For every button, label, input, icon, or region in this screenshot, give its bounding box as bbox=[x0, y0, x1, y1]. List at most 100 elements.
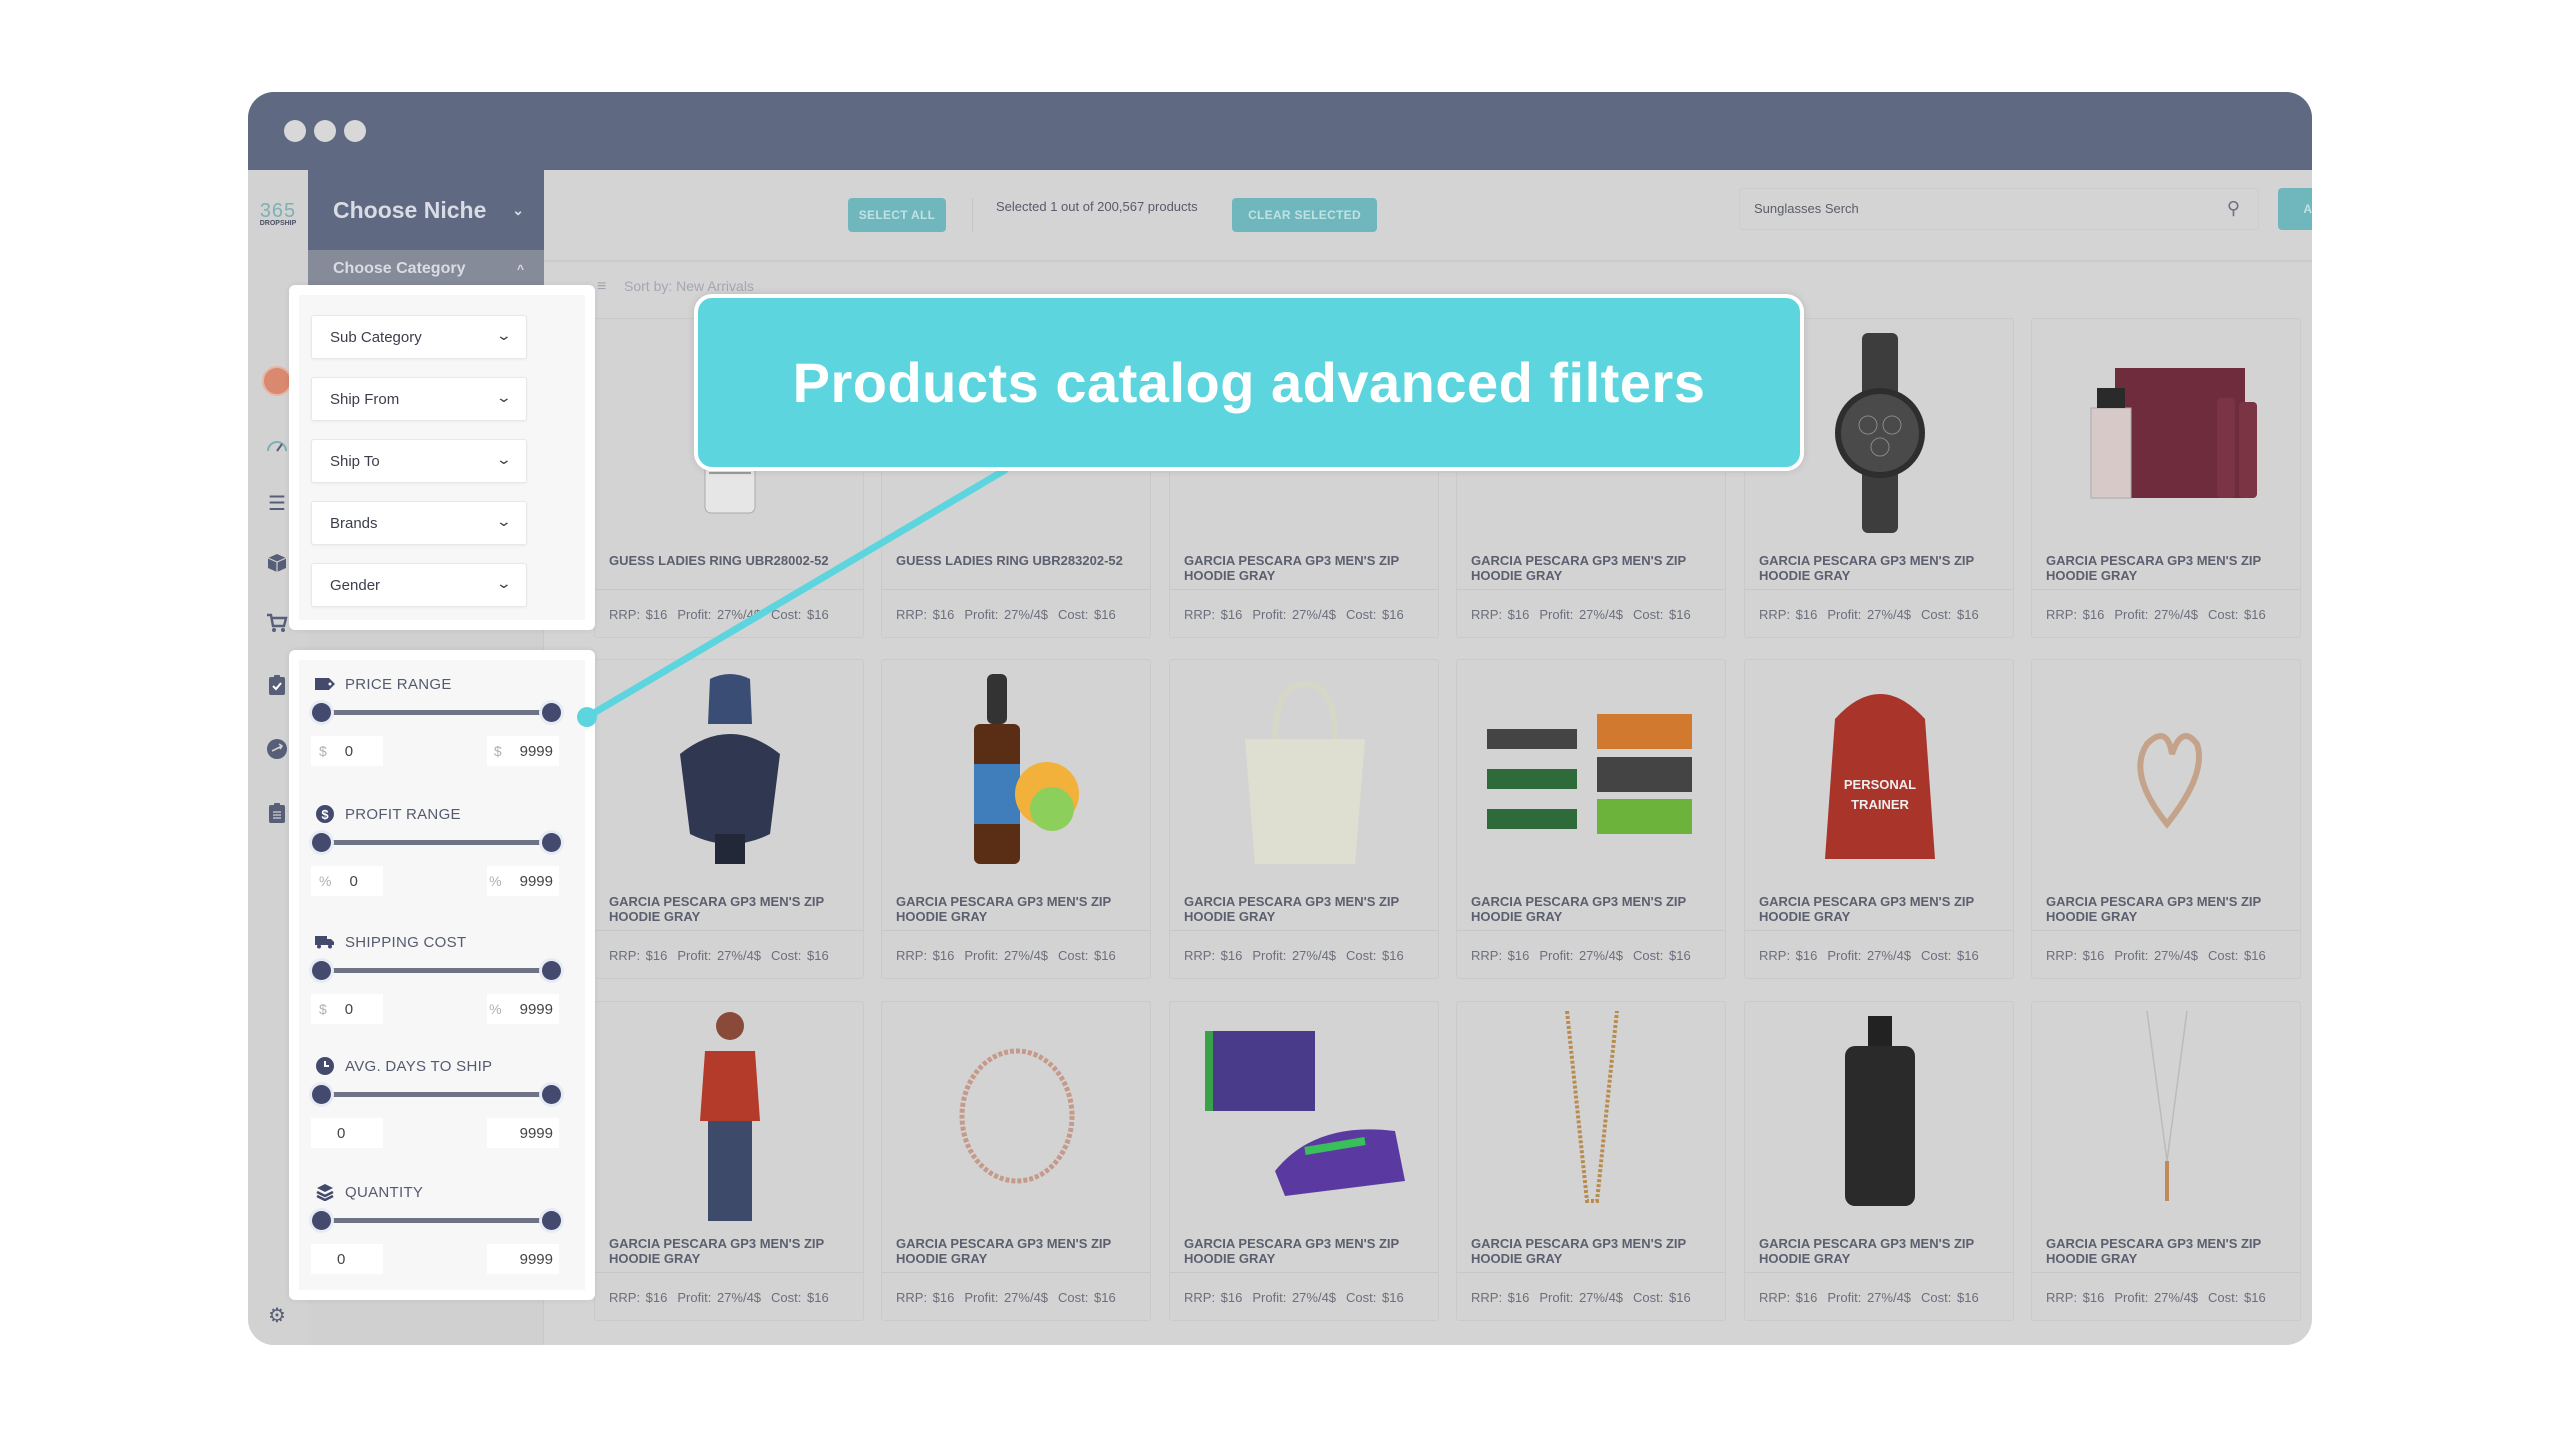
product-card[interactable]: GARCIA PESCARA GP3 MEN'S ZIP HOODIE GRAY… bbox=[1169, 659, 1439, 979]
product-image-red-top[interactable] bbox=[615, 1012, 845, 1221]
product-name[interactable]: GARCIA PESCARA GP3 MEN'S ZIP HOODIE GRAY bbox=[1184, 1236, 1434, 1266]
logo[interactable]: 365 DROPSHIP bbox=[254, 201, 302, 228]
product-name[interactable]: GARCIA PESCARA GP3 MEN'S ZIP HOODIE GRAY bbox=[1471, 894, 1721, 924]
window-minimize-dot[interactable] bbox=[314, 120, 336, 142]
product-image-hemp-oil[interactable] bbox=[902, 674, 1132, 874]
filter-dropdown-ship-to[interactable]: Ship To ⌄ bbox=[311, 439, 527, 483]
clear-selected-button[interactable]: CLEAR SELECTED bbox=[1232, 198, 1377, 232]
product-name[interactable]: GARCIA PESCARA GP3 MEN'S ZIP HOODIE GRAY bbox=[1471, 1236, 1721, 1266]
sync-icon[interactable] bbox=[264, 736, 290, 762]
product-image-gold-chain[interactable] bbox=[1477, 1011, 1707, 1216]
cart-icon[interactable] bbox=[264, 610, 290, 636]
product-card[interactable]: GARCIA PESCARA GP3 MEN'S ZIP HOODIE GRAY… bbox=[594, 659, 864, 979]
sort-icon[interactable]: ≡ bbox=[597, 278, 606, 296]
product-name[interactable]: GARCIA PESCARA GP3 MEN'S ZIP HOODIE GRAY bbox=[896, 1236, 1146, 1266]
product-name[interactable]: GARCIA PESCARA GP3 MEN'S ZIP HOODIE GRAY bbox=[609, 894, 859, 924]
product-name[interactable]: GUESS LADIES RING UBR283202-52 bbox=[896, 553, 1146, 568]
clipboard-icon[interactable] bbox=[264, 800, 290, 826]
range-min-input[interactable]: 0 bbox=[311, 1244, 383, 1274]
product-image-handbag[interactable] bbox=[1190, 674, 1420, 874]
product-card[interactable]: GARCIA PESCARA GP3 MEN'S ZIP HOODIE GRAY… bbox=[881, 659, 1151, 979]
window-close-dot[interactable] bbox=[284, 120, 306, 142]
product-image-bracelet[interactable] bbox=[902, 1016, 1132, 1216]
product-image-perfume-gift-set[interactable] bbox=[2052, 333, 2282, 533]
product-card[interactable]: GARCIA PESCARA GP3 MEN'S ZIP HOODIE GRAY… bbox=[2031, 1001, 2301, 1321]
search-input[interactable]: Sunglasses Serch ⚲ bbox=[1739, 188, 2259, 230]
product-image-cologne[interactable] bbox=[1765, 1016, 1995, 1216]
range-min-handle[interactable] bbox=[312, 961, 331, 980]
product-name[interactable]: GARCIA PESCARA GP3 MEN'S ZIP HOODIE GRAY bbox=[1184, 553, 1434, 583]
product-image-toy-car[interactable] bbox=[1190, 1016, 1420, 1216]
toolbar: SELECT ALL Selected 1 out of 200,567 pro… bbox=[544, 170, 2312, 262]
product-card[interactable]: GARCIA PESCARA GP3 MEN'S ZIP HOODIE GRAY… bbox=[594, 1001, 864, 1321]
range-max-input[interactable]: 9999 bbox=[487, 1244, 559, 1274]
choose-niche-dropdown[interactable]: Choose Niche ⌄ bbox=[308, 170, 544, 250]
product-image-pendant-necklace[interactable] bbox=[2052, 1011, 2282, 1216]
filter-dropdown-ship-from[interactable]: Ship From ⌄ bbox=[311, 377, 527, 421]
clipboard-check-icon[interactable] bbox=[264, 672, 290, 698]
product-name[interactable]: GUESS LADIES RING UBR28002-52 bbox=[609, 553, 859, 568]
list-icon[interactable]: ☰ bbox=[264, 490, 290, 516]
range-track[interactable] bbox=[321, 840, 551, 845]
search-icon[interactable]: ⚲ bbox=[2227, 198, 2240, 219]
dashboard-gauge-icon[interactable] bbox=[264, 432, 290, 458]
product-card[interactable]: GARCIA PESCARA GP3 MEN'S ZIP HOODIE GRAY… bbox=[2031, 659, 2301, 979]
product-name[interactable]: GARCIA PESCARA GP3 MEN'S ZIP HOODIE GRAY bbox=[1184, 894, 1434, 924]
product-card[interactable]: GARCIA PESCARA GP3 MEN'S ZIP HOODIE GRAY… bbox=[1169, 1001, 1439, 1321]
box-icon[interactable] bbox=[264, 550, 290, 576]
product-card[interactable]: PERSONAL TRAINER GARCIA PESCARA GP3 MEN'S … bbox=[1744, 659, 2014, 979]
range-max-input[interactable]: % 9999 bbox=[487, 866, 559, 896]
product-name[interactable]: GARCIA PESCARA GP3 MEN'S ZIP HOODIE GRAY bbox=[896, 894, 1146, 924]
range-min-handle[interactable] bbox=[312, 1085, 331, 1104]
range-max-input[interactable]: % 9999 bbox=[487, 994, 559, 1024]
product-name[interactable]: GARCIA PESCARA GP3 MEN'S ZIP HOODIE GRAY bbox=[1759, 894, 2009, 924]
range-max-handle[interactable] bbox=[542, 833, 561, 852]
range-max-handle[interactable] bbox=[542, 1085, 561, 1104]
product-cost: Cost: $16 bbox=[1346, 607, 1404, 622]
product-image-red-hoodie[interactable]: PERSONAL TRAINER bbox=[1765, 674, 1995, 874]
product-name[interactable]: GARCIA PESCARA GP3 MEN'S ZIP HOODIE GRAY bbox=[1759, 1236, 2009, 1266]
range-min-handle[interactable] bbox=[312, 703, 331, 722]
product-card[interactable]: GARCIA PESCARA GP3 MEN'S ZIP HOODIE GRAY… bbox=[1456, 1001, 1726, 1321]
product-name[interactable]: GARCIA PESCARA GP3 MEN'S ZIP HOODIE GRAY bbox=[1759, 553, 2009, 583]
product-card[interactable]: GARCIA PESCARA GP3 MEN'S ZIP HOODIE GRAY… bbox=[1456, 659, 1726, 979]
range-track[interactable] bbox=[321, 968, 551, 973]
product-meta: RRP: $16 Profit: 27%/4$ Cost: $16 bbox=[896, 948, 1126, 963]
sort-dropdown[interactable]: Sort by: New Arrivals bbox=[624, 278, 754, 294]
range-max-input[interactable]: 9999 bbox=[487, 1118, 559, 1148]
product-card[interactable]: GARCIA PESCARA GP3 MEN'S ZIP HOODIE GRAY… bbox=[2031, 318, 2301, 638]
range-max-handle[interactable] bbox=[542, 961, 561, 980]
window-maximize-dot[interactable] bbox=[344, 120, 366, 142]
filter-dropdown-brands[interactable]: Brands ⌄ bbox=[311, 501, 527, 545]
range-min-handle[interactable] bbox=[312, 833, 331, 852]
product-name[interactable]: GARCIA PESCARA GP3 MEN'S ZIP HOODIE GRAY bbox=[1471, 553, 1721, 583]
range-max-input[interactable]: $9999 bbox=[487, 736, 559, 766]
range-min-input[interactable]: $0 bbox=[311, 736, 383, 766]
range-min-input[interactable]: 0 bbox=[311, 1118, 383, 1148]
range-min-handle[interactable] bbox=[312, 1211, 331, 1230]
range-min-input[interactable]: % 0 bbox=[311, 866, 383, 896]
range-track[interactable] bbox=[321, 1218, 551, 1223]
avatar[interactable] bbox=[262, 366, 292, 396]
gear-icon[interactable]: ⚙ bbox=[264, 1302, 290, 1328]
product-card[interactable]: GARCIA PESCARA GP3 MEN'S ZIP HOODIE GRAY… bbox=[1744, 1001, 2014, 1321]
range-track[interactable] bbox=[321, 1092, 551, 1097]
choose-category-dropdown[interactable]: Choose Category ^ bbox=[308, 250, 544, 288]
select-all-button[interactable]: SELECT ALL bbox=[848, 198, 946, 232]
product-cost: Cost: $16 bbox=[1921, 948, 1979, 963]
product-name[interactable]: GARCIA PESCARA GP3 MEN'S ZIP HOODIE GRAY bbox=[2046, 553, 2296, 583]
range-min-input[interactable]: $0 bbox=[311, 994, 383, 1024]
add-to-inventory-button[interactable]: ADD TO INVENTORY bbox=[2278, 188, 2312, 230]
product-card[interactable]: GARCIA PESCARA GP3 MEN'S ZIP HOODIE GRAY… bbox=[881, 1001, 1151, 1321]
range-max-handle[interactable] bbox=[542, 703, 561, 722]
range-track[interactable] bbox=[321, 710, 551, 715]
filter-dropdown-gender[interactable]: Gender ⌄ bbox=[311, 563, 527, 607]
product-name[interactable]: GARCIA PESCARA GP3 MEN'S ZIP HOODIE GRAY bbox=[2046, 894, 2296, 924]
product-image-toy-trucks[interactable] bbox=[1477, 674, 1707, 874]
product-name[interactable]: GARCIA PESCARA GP3 MEN'S ZIP HOODIE GRAY bbox=[2046, 1236, 2296, 1266]
filter-dropdown-sub-category[interactable]: Sub Category ⌄ bbox=[311, 315, 527, 359]
range-max-handle[interactable] bbox=[542, 1211, 561, 1230]
product-image-perfume-bottle[interactable] bbox=[615, 674, 845, 874]
product-name[interactable]: GARCIA PESCARA GP3 MEN'S ZIP HOODIE GRAY bbox=[609, 1236, 859, 1266]
product-image-ring[interactable] bbox=[2052, 674, 2282, 874]
